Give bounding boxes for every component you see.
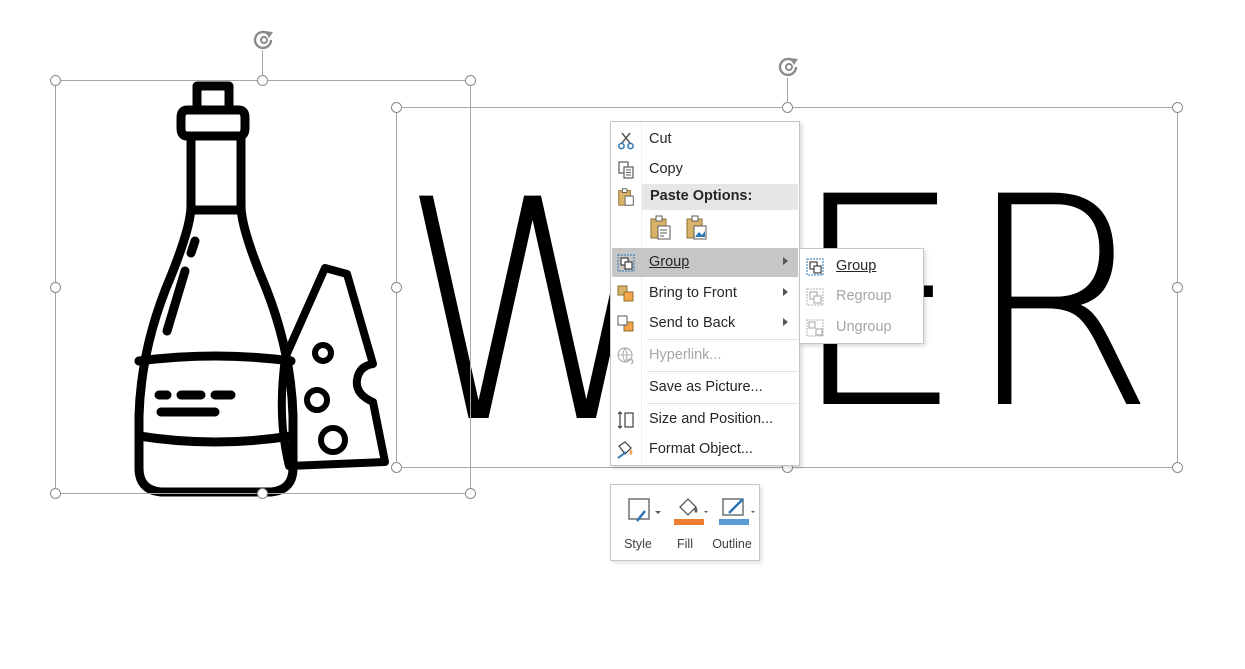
submenu-item-regroup[interactable]: Regroup [800, 281, 923, 311]
outline-label: Outline [712, 537, 752, 551]
menu-item-label: Size and Position... [649, 411, 774, 427]
menu-item-format-object[interactable]: Format Object... [612, 435, 798, 464]
submenu-item-label: Ungroup [836, 319, 892, 335]
rotate-handle-icon[interactable] [249, 25, 279, 55]
menu-item-send-to-back[interactable]: Send to Back [612, 309, 798, 338]
submenu-arrow-icon [783, 288, 788, 296]
submenu-item-label: Group [836, 258, 877, 274]
fill-label: Fill [677, 537, 693, 551]
resize-handle[interactable] [465, 75, 476, 86]
resize-handle[interactable] [782, 102, 793, 113]
pen-outline-icon [719, 498, 755, 525]
resize-handle[interactable] [1172, 102, 1183, 113]
clipboard-icon [618, 188, 634, 206]
menu-item-label: Group [649, 254, 690, 270]
send-to-back-icon [617, 315, 634, 332]
keep-text-only-icon[interactable] [649, 215, 673, 241]
resize-handle[interactable] [391, 102, 402, 113]
context-menu: Cut Copy Paste Options: Group Bring to F… [610, 121, 800, 466]
submenu-arrow-icon [783, 257, 788, 265]
resize-handle[interactable] [1172, 462, 1183, 473]
resize-handle[interactable] [391, 282, 402, 293]
menu-item-copy[interactable]: Copy [612, 155, 798, 184]
ungroup-icon [806, 319, 824, 337]
menu-separator [647, 339, 797, 340]
menu-item-label: Cut [649, 131, 672, 147]
menu-item-label: Copy [649, 161, 683, 177]
resize-handle[interactable] [465, 488, 476, 499]
menu-item-hyperlink[interactable]: Hyperlink... [612, 341, 798, 370]
resize-handle[interactable] [391, 462, 402, 473]
group-submenu: Group Regroup Ungroup [799, 248, 924, 344]
resize-handle[interactable] [50, 75, 61, 86]
resize-handle[interactable] [257, 75, 268, 86]
paint-bucket-icon [674, 498, 708, 525]
menu-item-group[interactable]: Group [612, 248, 798, 277]
menu-item-label: Bring to Front [649, 285, 737, 301]
resize-handle[interactable] [50, 282, 61, 293]
copy-icon [618, 161, 634, 179]
menu-item-cut[interactable]: Cut [612, 125, 798, 154]
submenu-item-ungroup[interactable]: Ungroup [800, 312, 923, 342]
menu-item-label: Save as Picture... [649, 379, 763, 395]
menu-item-label: Format Object... [649, 441, 753, 457]
hyperlink-icon [617, 347, 634, 365]
outline-color-swatch [719, 519, 749, 525]
style-button[interactable]: Style [615, 491, 661, 557]
scissors-icon [618, 132, 634, 150]
resize-handle[interactable] [1172, 282, 1183, 293]
picture-paste-icon[interactable] [685, 215, 709, 241]
size-position-icon [617, 411, 634, 429]
format-object-icon [617, 441, 633, 459]
menu-separator [647, 371, 797, 372]
menu-item-save-as-picture[interactable]: Save as Picture... [612, 373, 798, 402]
group-icon [806, 258, 824, 276]
mini-toolbar: Style Fill Outline [610, 484, 760, 561]
regroup-icon [806, 288, 824, 306]
menu-separator [647, 403, 797, 404]
fill-color-swatch [674, 519, 704, 525]
menu-item-label: Send to Back [649, 315, 736, 331]
menu-item-bring-to-front[interactable]: Bring to Front [612, 279, 798, 308]
paste-options-header: Paste Options: [642, 184, 798, 210]
shape-style-icon [628, 498, 661, 522]
style-label: Style [624, 537, 652, 551]
outline-button[interactable]: Outline [709, 491, 755, 557]
group-icon [617, 254, 635, 272]
fill-button[interactable]: Fill [662, 491, 708, 557]
menu-item-size-and-position[interactable]: Size and Position... [612, 405, 798, 434]
submenu-item-group[interactable]: Group [800, 251, 923, 281]
paste-options-label: Paste Options: [650, 188, 753, 204]
bring-to-front-icon [617, 285, 634, 302]
resize-handle[interactable] [257, 488, 268, 499]
menu-item-label: Hyperlink... [649, 347, 722, 363]
rotate-handle-icon[interactable] [774, 52, 804, 82]
submenu-arrow-icon [783, 318, 788, 326]
resize-handle[interactable] [50, 488, 61, 499]
submenu-item-label: Regroup [836, 288, 892, 304]
